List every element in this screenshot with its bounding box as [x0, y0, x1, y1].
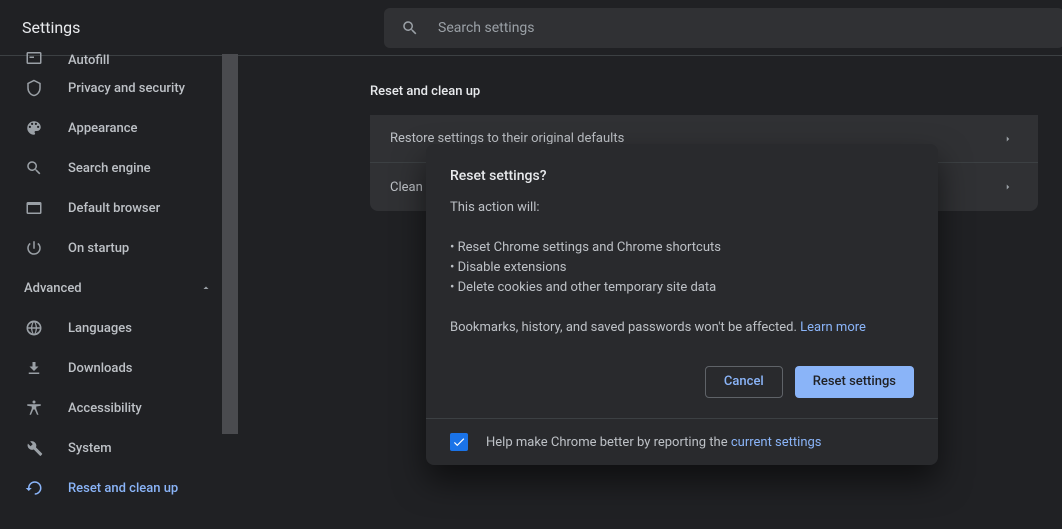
dialog-bullet: • Reset Chrome settings and Chrome short…	[450, 238, 914, 258]
sidebar-item-startup[interactable]: On startup	[0, 228, 238, 268]
sidebar-item-label: Default browser	[68, 201, 160, 216]
sidebar-item-accessibility[interactable]: Accessibility	[0, 388, 238, 428]
reset-icon	[24, 478, 44, 498]
sidebar-item-appearance[interactable]: Appearance	[0, 108, 238, 148]
dialog-footer-text: Help make Chrome better by reporting the…	[486, 435, 822, 450]
chevron-up-icon	[196, 278, 216, 298]
download-icon	[24, 358, 44, 378]
sidebar-scrollbar[interactable]	[222, 44, 238, 529]
dialog-actions: Cancel Reset settings	[450, 366, 914, 398]
sidebar: Autofill Privacy and security Appearance…	[0, 44, 238, 529]
section-title: Reset and clean up	[370, 84, 1038, 99]
sidebar-item-reset[interactable]: Reset and clean up	[0, 468, 238, 508]
sidebar-item-label: Search engine	[68, 161, 151, 176]
sidebar-item-default-browser[interactable]: Default browser	[0, 188, 238, 228]
sidebar-item-search-engine[interactable]: Search engine	[0, 148, 238, 188]
confirm-button[interactable]: Reset settings	[795, 366, 914, 398]
palette-icon	[24, 118, 44, 138]
sidebar-item-languages[interactable]: Languages	[0, 308, 238, 348]
sidebar-item-autofill[interactable]: Autofill	[0, 44, 238, 68]
dialog-bullet: • Delete cookies and other temporary sit…	[450, 278, 914, 298]
report-checkbox[interactable]	[450, 433, 468, 451]
learn-more-link[interactable]: Learn more	[800, 320, 866, 335]
sidebar-item-label: On startup	[68, 241, 129, 256]
dialog-note: Bookmarks, history, and saved passwords …	[450, 318, 914, 338]
wrench-icon	[24, 438, 44, 458]
sidebar-item-label: System	[68, 441, 112, 456]
sidebar-item-label: Reset and clean up	[68, 481, 178, 496]
dialog-lead: This action will:	[450, 198, 914, 218]
reset-settings-dialog: Reset settings? This action will: • Rese…	[426, 144, 938, 465]
sidebar-section-advanced[interactable]: Advanced	[0, 268, 238, 308]
chevron-right-icon	[998, 177, 1018, 197]
browser-icon	[24, 198, 44, 218]
dialog-body: Reset settings? This action will: • Rese…	[426, 144, 938, 418]
search-icon	[24, 158, 44, 178]
dialog-footer: Help make Chrome better by reporting the…	[426, 418, 938, 465]
page-title: Settings	[0, 18, 254, 37]
search-icon	[400, 18, 420, 38]
power-icon	[24, 238, 44, 258]
sidebar-item-label: Autofill	[68, 53, 110, 68]
sidebar-item-privacy[interactable]: Privacy and security	[0, 68, 238, 108]
globe-icon	[24, 318, 44, 338]
search-container	[384, 8, 1062, 48]
search-box[interactable]	[384, 8, 1062, 48]
sidebar-item-label: Accessibility	[68, 401, 142, 416]
sidebar-item-label: Downloads	[68, 361, 132, 376]
sidebar-item-label: Appearance	[68, 121, 137, 136]
sidebar-item-label: Privacy and security	[68, 81, 185, 96]
dialog-title: Reset settings?	[450, 166, 914, 186]
dialog-bullet: • Disable extensions	[450, 258, 914, 278]
autofill-icon	[24, 48, 44, 68]
sidebar-item-label: Languages	[68, 321, 132, 336]
accessibility-icon	[24, 398, 44, 418]
dialog-bullets: • Reset Chrome settings and Chrome short…	[450, 238, 914, 298]
chevron-right-icon	[998, 129, 1018, 149]
shield-icon	[24, 78, 44, 98]
sidebar-item-system[interactable]: System	[0, 428, 238, 468]
sidebar-item-downloads[interactable]: Downloads	[0, 348, 238, 388]
current-settings-link[interactable]: current settings	[731, 435, 822, 450]
sidebar-section-label: Advanced	[24, 281, 82, 296]
search-input[interactable]	[436, 19, 1048, 37]
cancel-button[interactable]: Cancel	[705, 366, 783, 398]
